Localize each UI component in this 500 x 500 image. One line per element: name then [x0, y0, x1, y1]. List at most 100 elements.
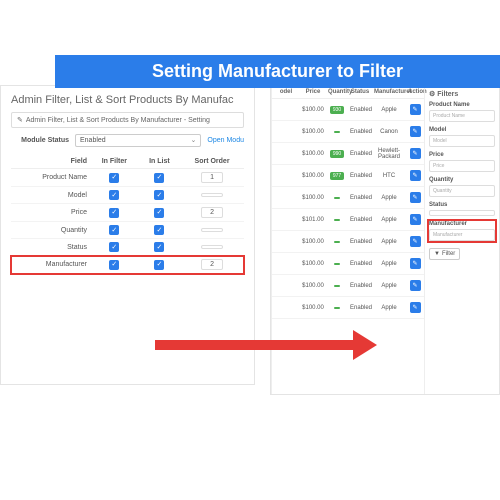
- sort-order-input[interactable]: 1: [201, 172, 223, 183]
- qty-badge: [334, 285, 340, 287]
- edit-button[interactable]: ✎: [410, 192, 421, 203]
- cell-price: $100.00: [300, 282, 326, 290]
- col-field: Field: [11, 155, 90, 169]
- field-label: Status: [11, 239, 90, 256]
- qty-badge: [334, 307, 340, 309]
- filter-input[interactable]: Manufacturer: [429, 229, 495, 241]
- qty-badge: 977: [330, 172, 344, 180]
- product-row: $100.00 Enabled Apple ✎: [272, 297, 424, 319]
- edit-button[interactable]: ✎: [410, 214, 421, 225]
- product-row: $100.00 Enabled Apple ✎: [272, 275, 424, 297]
- edit-button[interactable]: ✎: [410, 104, 421, 115]
- in-list-checkbox[interactable]: ✓: [154, 190, 164, 200]
- in-list-checkbox[interactable]: ✓: [154, 225, 164, 235]
- sort-order-input[interactable]: 2: [201, 207, 223, 218]
- pencil-icon: ✎: [17, 116, 23, 124]
- field-row: Quantity ✓ ✓: [11, 222, 244, 239]
- field-row: Model ✓ ✓: [11, 187, 244, 204]
- sort-order-input[interactable]: 2: [201, 259, 223, 270]
- cell-status: Enabled: [348, 238, 372, 246]
- filter-label: Product Name: [429, 102, 495, 108]
- edit-button[interactable]: ✎: [410, 258, 421, 269]
- filter-group: Model Model: [429, 127, 495, 147]
- cell-price: $100.00: [300, 194, 326, 202]
- cell-price: $100.00: [300, 260, 326, 268]
- in-filter-checkbox[interactable]: ✓: [109, 190, 119, 200]
- qty-badge: [334, 219, 340, 221]
- sort-order-input[interactable]: [201, 228, 223, 232]
- col-sort-order: Sort Order: [180, 155, 244, 169]
- filter-group: Manufacturer Manufacturer: [429, 221, 495, 241]
- filter-label: Price: [429, 152, 495, 158]
- filter-input[interactable]: Quantity: [429, 185, 495, 197]
- filter-label: Manufacturer: [429, 221, 495, 227]
- field-row: Status ✓ ✓: [11, 239, 244, 256]
- qty-badge: 930: [330, 106, 344, 114]
- edit-button[interactable]: ✎: [410, 302, 421, 313]
- product-row: $100.00 Enabled Apple ✎: [272, 187, 424, 209]
- filter-button[interactable]: ▼Filter: [429, 248, 460, 260]
- filter-input[interactable]: Price: [429, 160, 495, 172]
- sort-order-input[interactable]: [201, 245, 223, 249]
- in-filter-checkbox[interactable]: ✓: [109, 173, 119, 183]
- cell-manufacturer: Apple: [372, 194, 406, 202]
- cell-price: $100.00: [300, 238, 326, 246]
- cell-manufacturer: Apple: [372, 260, 406, 268]
- product-row: $100.00 Enabled Apple ✎: [272, 231, 424, 253]
- cell-status: Enabled: [348, 128, 372, 136]
- page-title: Admin Filter, List & Sort Products By Ma…: [11, 94, 244, 106]
- cell-status: Enabled: [348, 216, 372, 224]
- edit-button[interactable]: ✎: [410, 236, 421, 247]
- in-filter-checkbox[interactable]: ✓: [109, 225, 119, 235]
- filter-group: Price Price: [429, 152, 495, 172]
- open-module-link[interactable]: Open Modu: [207, 137, 244, 144]
- in-list-checkbox[interactable]: ✓: [154, 208, 164, 218]
- cell-status: Enabled: [348, 194, 372, 202]
- cell-status: Enabled: [348, 172, 372, 180]
- filter-input[interactable]: Product Name: [429, 110, 495, 122]
- filter-icon: ⚙: [429, 90, 435, 98]
- qty-badge: [334, 241, 340, 243]
- cell-price: $101.00: [300, 216, 326, 224]
- cell-manufacturer: Apple: [372, 238, 406, 246]
- in-list-checkbox[interactable]: ✓: [154, 260, 164, 270]
- edit-button[interactable]: ✎: [410, 126, 421, 137]
- filter-input[interactable]: Model: [429, 135, 495, 147]
- title-banner: Setting Manufacturer to Filter: [55, 55, 500, 88]
- highlight-arrow: [155, 330, 385, 360]
- edit-button[interactable]: ✎: [410, 280, 421, 291]
- fields-table: Field In Filter In List Sort Order Produ…: [11, 155, 244, 274]
- in-filter-checkbox[interactable]: ✓: [109, 242, 119, 252]
- field-label: Model: [11, 187, 90, 204]
- cell-manufacturer: Apple: [372, 304, 406, 312]
- edit-button[interactable]: ✎: [410, 170, 421, 181]
- cell-price: $100.00: [300, 128, 326, 136]
- filter-sidebar: ⚙Filters Product Name Product NameModel …: [424, 86, 499, 394]
- cell-status: Enabled: [348, 304, 372, 312]
- edit-button[interactable]: ✎: [410, 148, 421, 159]
- breadcrumb: ✎ Admin Filter, List & Sort Products By …: [11, 112, 244, 128]
- cell-manufacturer: Canon: [372, 128, 406, 136]
- in-list-checkbox[interactable]: ✓: [154, 173, 164, 183]
- product-row: $101.00 Enabled Apple ✎: [272, 209, 424, 231]
- field-label: Product Name: [11, 169, 90, 187]
- col-in-filter: In Filter: [90, 155, 139, 169]
- cell-manufacturer: Apple: [372, 282, 406, 290]
- cell-price: $100.00: [300, 172, 326, 180]
- qty-badge: [334, 263, 340, 265]
- in-filter-checkbox[interactable]: ✓: [109, 208, 119, 218]
- filter-label: Quantity: [429, 177, 495, 183]
- cell-status: Enabled: [348, 260, 372, 268]
- product-row: $100.00 Enabled Canon ✎: [272, 121, 424, 143]
- qty-badge: [334, 197, 340, 199]
- in-filter-checkbox[interactable]: ✓: [109, 260, 119, 270]
- filter-input[interactable]: [429, 210, 495, 216]
- sort-order-input[interactable]: [201, 193, 223, 197]
- cell-status: Enabled: [348, 106, 372, 114]
- cell-manufacturer: Apple: [372, 106, 406, 114]
- cell-manufacturer: HTC: [372, 172, 406, 180]
- product-row: $100.00 930 Enabled Apple ✎: [272, 99, 424, 121]
- product-row: $100.00 Enabled Apple ✎: [272, 253, 424, 275]
- in-list-checkbox[interactable]: ✓: [154, 242, 164, 252]
- module-status-select[interactable]: Enabled: [75, 134, 201, 147]
